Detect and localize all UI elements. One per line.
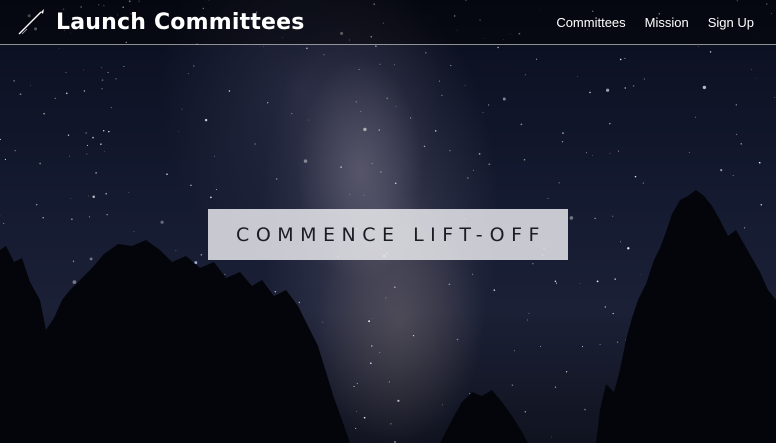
nav-link-mission[interactable]: Mission	[645, 15, 689, 30]
brand-link[interactable]: Launch Committees	[16, 7, 305, 37]
nav-links: Committees Mission Sign Up	[556, 15, 754, 30]
nav-link-committees[interactable]: Committees	[556, 15, 625, 30]
cta-label: COMMENCE LIFT-OFF	[236, 223, 546, 246]
nav-link-sign-up[interactable]: Sign Up	[708, 15, 754, 30]
commence-lift-off-button[interactable]: COMMENCE LIFT-OFF	[208, 209, 568, 260]
rocket-streak-icon	[16, 7, 46, 37]
top-navbar: Launch Committees Committees Mission Sig…	[0, 0, 776, 45]
brand-name: Launch Committees	[56, 9, 305, 35]
